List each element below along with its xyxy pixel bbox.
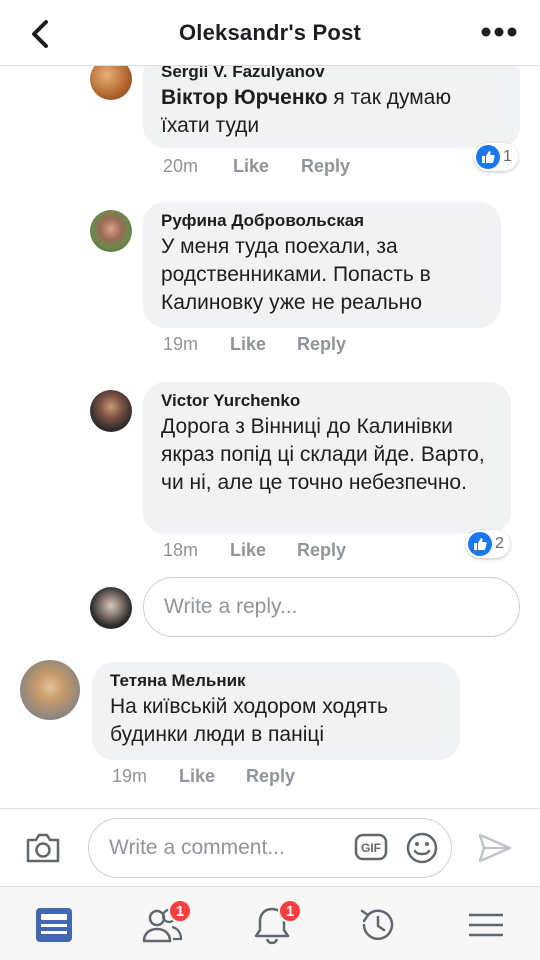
tab-menu[interactable] — [464, 903, 508, 947]
comment-time: 19m — [163, 334, 199, 354]
comment-bubble: Sergii V. Fazulyanov Віктор Юрченко я та… — [143, 66, 520, 148]
current-user-avatar — [90, 587, 132, 629]
camera-icon[interactable] — [24, 831, 62, 865]
comment-composer: Write a comment... GIF — [0, 808, 540, 886]
tab-news-feed[interactable] — [32, 903, 76, 947]
reaction-count[interactable]: 1 — [474, 143, 518, 171]
comment-author[interactable]: Тетяна Мельник — [110, 671, 442, 691]
comment-meta: 20m Like Reply — [163, 156, 350, 177]
comment-text: Віктор Юрченко я так думаю їхати туди — [161, 84, 502, 140]
comment-meta: 19m Like Reply — [163, 334, 346, 355]
comment-text: Дорога з Вінниці до Калинівки якраз попі… — [161, 415, 485, 494]
like-button[interactable]: Like — [233, 156, 301, 177]
reply-button[interactable]: Reply — [297, 540, 346, 561]
comment-text: У меня туда поехали, за родственниками. … — [161, 235, 431, 314]
thumbs-up-icon — [468, 532, 492, 556]
bottom-tab-bar: 1 1 — [0, 886, 540, 960]
comment-bubble: Victor Yurchenko Дорога з Вінниці до Кал… — [143, 382, 511, 534]
tab-notifications[interactable]: 1 — [250, 899, 302, 947]
reaction-count-value: 2 — [495, 535, 504, 552]
notifications-badge: 1 — [278, 899, 302, 923]
comment-meta: 19m Like Reply — [112, 766, 295, 787]
like-button[interactable]: Like — [230, 334, 297, 355]
comment-mention[interactable]: Віктор Юрченко — [161, 86, 328, 109]
tab-memories[interactable] — [356, 903, 400, 947]
comment-time: 19m — [112, 766, 148, 786]
comment-bubble: Тетяна Мельник На київській ходором ходя… — [92, 662, 460, 760]
comment-bubble: Руфина Добровольская У меня туда поехали… — [143, 202, 501, 328]
comment-author[interactable]: Руфина Добровольская — [161, 211, 483, 231]
tab-friend-requests[interactable]: 1 — [140, 899, 192, 947]
reply-button[interactable]: Reply — [297, 334, 346, 355]
hamburger-menu-icon — [469, 913, 503, 937]
back-arrow-icon[interactable] — [26, 18, 54, 50]
friends-badge: 1 — [168, 899, 192, 923]
more-options-icon[interactable] — [480, 26, 518, 38]
comment-meta: 18m Like Reply — [163, 540, 346, 561]
reply-button[interactable]: Reply — [301, 156, 350, 177]
avatar[interactable] — [90, 66, 132, 100]
emoji-icon[interactable] — [405, 831, 439, 865]
reply-button[interactable]: Reply — [246, 766, 295, 787]
top-bar: Oleksandr's Post — [0, 0, 540, 66]
avatar[interactable] — [90, 390, 132, 432]
comment-author[interactable]: Victor Yurchenko — [161, 391, 493, 411]
comments-feed[interactable]: Sergii V. Fazulyanov Віктор Юрченко я та… — [0, 66, 540, 808]
comment-author[interactable]: Sergii V. Fazulyanov — [161, 66, 502, 82]
news-feed-icon — [36, 908, 72, 942]
reaction-count[interactable]: 2 — [466, 530, 510, 558]
comment-input[interactable]: Write a comment... — [88, 818, 452, 878]
gif-label: GIF — [361, 841, 381, 855]
like-button[interactable]: Like — [179, 766, 246, 787]
reply-input[interactable]: Write a reply... — [143, 577, 520, 637]
comment-text: На київській ходором ходять будинки люди… — [110, 695, 388, 746]
thumbs-up-icon — [476, 145, 500, 169]
gif-icon[interactable]: GIF — [354, 832, 388, 862]
send-icon[interactable] — [476, 831, 514, 865]
clock-history-icon — [360, 909, 394, 941]
like-button[interactable]: Like — [230, 540, 297, 561]
comment-time: 18m — [163, 540, 199, 560]
avatar[interactable] — [20, 660, 80, 720]
reaction-count-value: 1 — [503, 148, 512, 165]
avatar[interactable] — [90, 210, 132, 252]
comment-time: 20m — [163, 156, 199, 176]
page-title: Oleksandr's Post — [178, 19, 362, 45]
